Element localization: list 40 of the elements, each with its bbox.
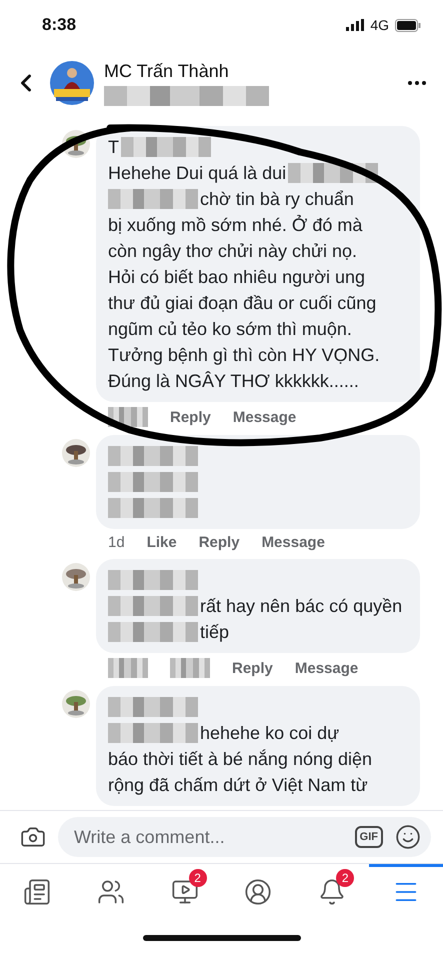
comment-text: Hehehe Dui quá là dui [108,162,286,185]
status-time: 8:38 [42,15,76,35]
comment-text: rộng đã chấm dứt ở Việt Nam từ [108,774,368,797]
pixelated-redaction [108,658,148,678]
comment-text: tiếp [200,621,230,644]
emoji-icon[interactable] [395,824,421,850]
comment-text: chờ tin bà ry chuẩn [200,188,354,211]
comment-text: Đúng là NGÂY THƠ kkkkkk...... [108,370,359,393]
comment-action-link[interactable]: Message [262,534,325,551]
comment-action-link[interactable]: Message [232,408,296,426]
signal-icon [346,19,364,31]
pixelated-redaction [170,658,210,678]
tab-button[interactable]: 2 [148,864,222,916]
comment-text: báo thời tiết à bé nắng nóng diện [108,748,372,771]
comment-action-link[interactable]: Message [294,660,358,676]
comment-text: còn ngây thơ chửi này chửi nọ. [108,240,358,263]
gif-button[interactable]: GIF [354,826,383,848]
network-label: 4G [370,17,389,33]
comment-text: Hỏi có biết bao nhiêu người ung [108,266,366,289]
comment-text: rất hay nên bác có quyền [200,595,402,618]
comment-action-link[interactable]: Reply [198,534,240,551]
comment-text: T [108,136,119,159]
tab-button[interactable]: 2 [295,864,370,916]
notification-badge: 2 [188,869,207,887]
news-feed-icon [22,878,51,906]
friends-icon [96,878,125,906]
page-name[interactable]: MC Trấn Thành [104,60,395,82]
comment-action-link[interactable]: Like [146,534,177,551]
comment-action-link[interactable]: Reply [170,408,211,426]
battery-icon [395,18,421,32]
comment-text: bị xuống mồ sớm nhé. Ở đó mà [108,214,362,237]
comment-time: 1d [108,534,125,551]
comment-text: ngũm củ tẻo ko sớm thì muộn. [108,318,352,341]
comment-text: Tưởng bệnh gì thì còn HY VỌNG. [108,344,380,367]
comment-text: thư đủ giai đoạn đầu or cuối cũng [108,292,376,315]
profile-icon [244,878,272,906]
comment-text: hehehe ko coi dự [200,722,340,745]
notification-badge: 2 [336,869,354,887]
comment-field[interactable]: Write a comment... GIF [58,817,431,857]
comment-action-link[interactable]: Reply [232,660,273,676]
